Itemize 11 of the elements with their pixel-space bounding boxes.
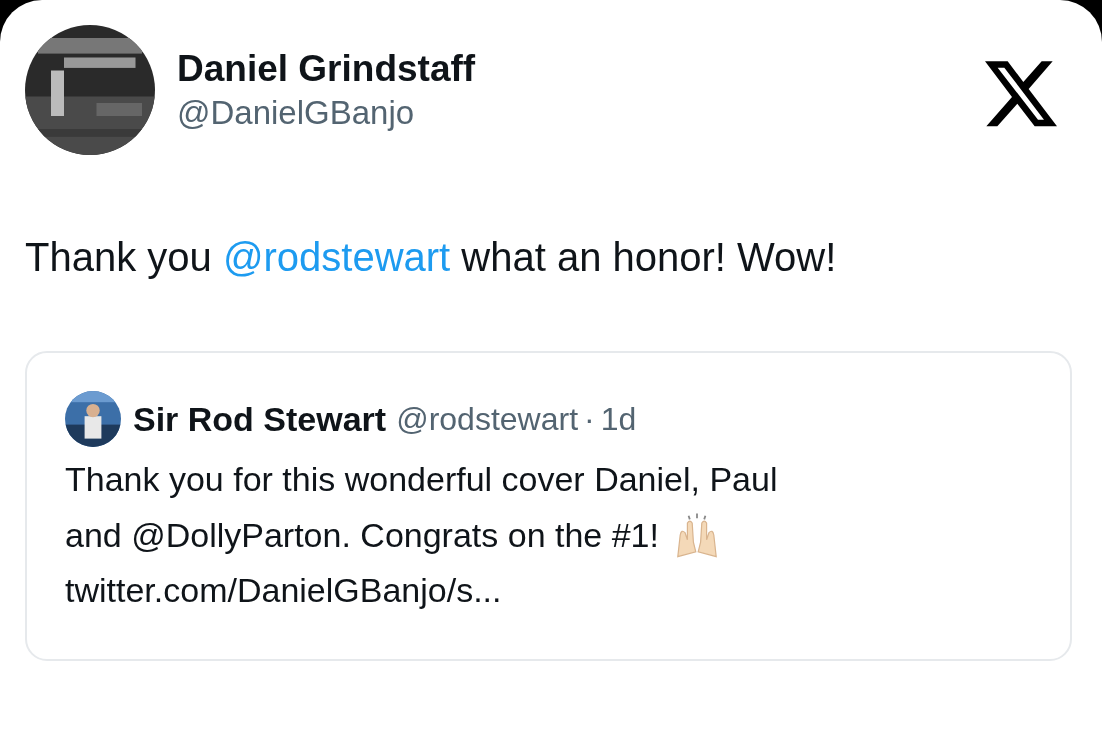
separator-dot: · <box>584 400 595 438</box>
author-name: Daniel Grindstaff <box>177 47 477 91</box>
tweet-link[interactable]: twitter.com/DanielGBanjo/s... <box>65 563 502 617</box>
quoted-tweet-card[interactable]: Sir Rod Stewart @rodstewart · 1d Thank you for this wonderful cover Daniel, Paul and @DollyParton. Congrats on the #1! twitter.com/DanielGBanjo/s... <box>25 351 1072 661</box>
quoted-author-handle: @rodstewart <box>396 400 579 438</box>
author-handle: @DanielGBanjo <box>177 93 416 133</box>
quoted-author-name: Sir Rod Stewart <box>133 399 387 439</box>
quoted-tweet-text: and @DollyParton. Congrats on the #1! <box>65 515 659 556</box>
post-time: 1d <box>600 400 637 438</box>
tweet-text: Thank you @rodstewart what an honor! Wow! <box>25 234 837 281</box>
quoted-tweet-text: Thank you for this wonderful cover Daniel, Paul <box>65 459 778 500</box>
